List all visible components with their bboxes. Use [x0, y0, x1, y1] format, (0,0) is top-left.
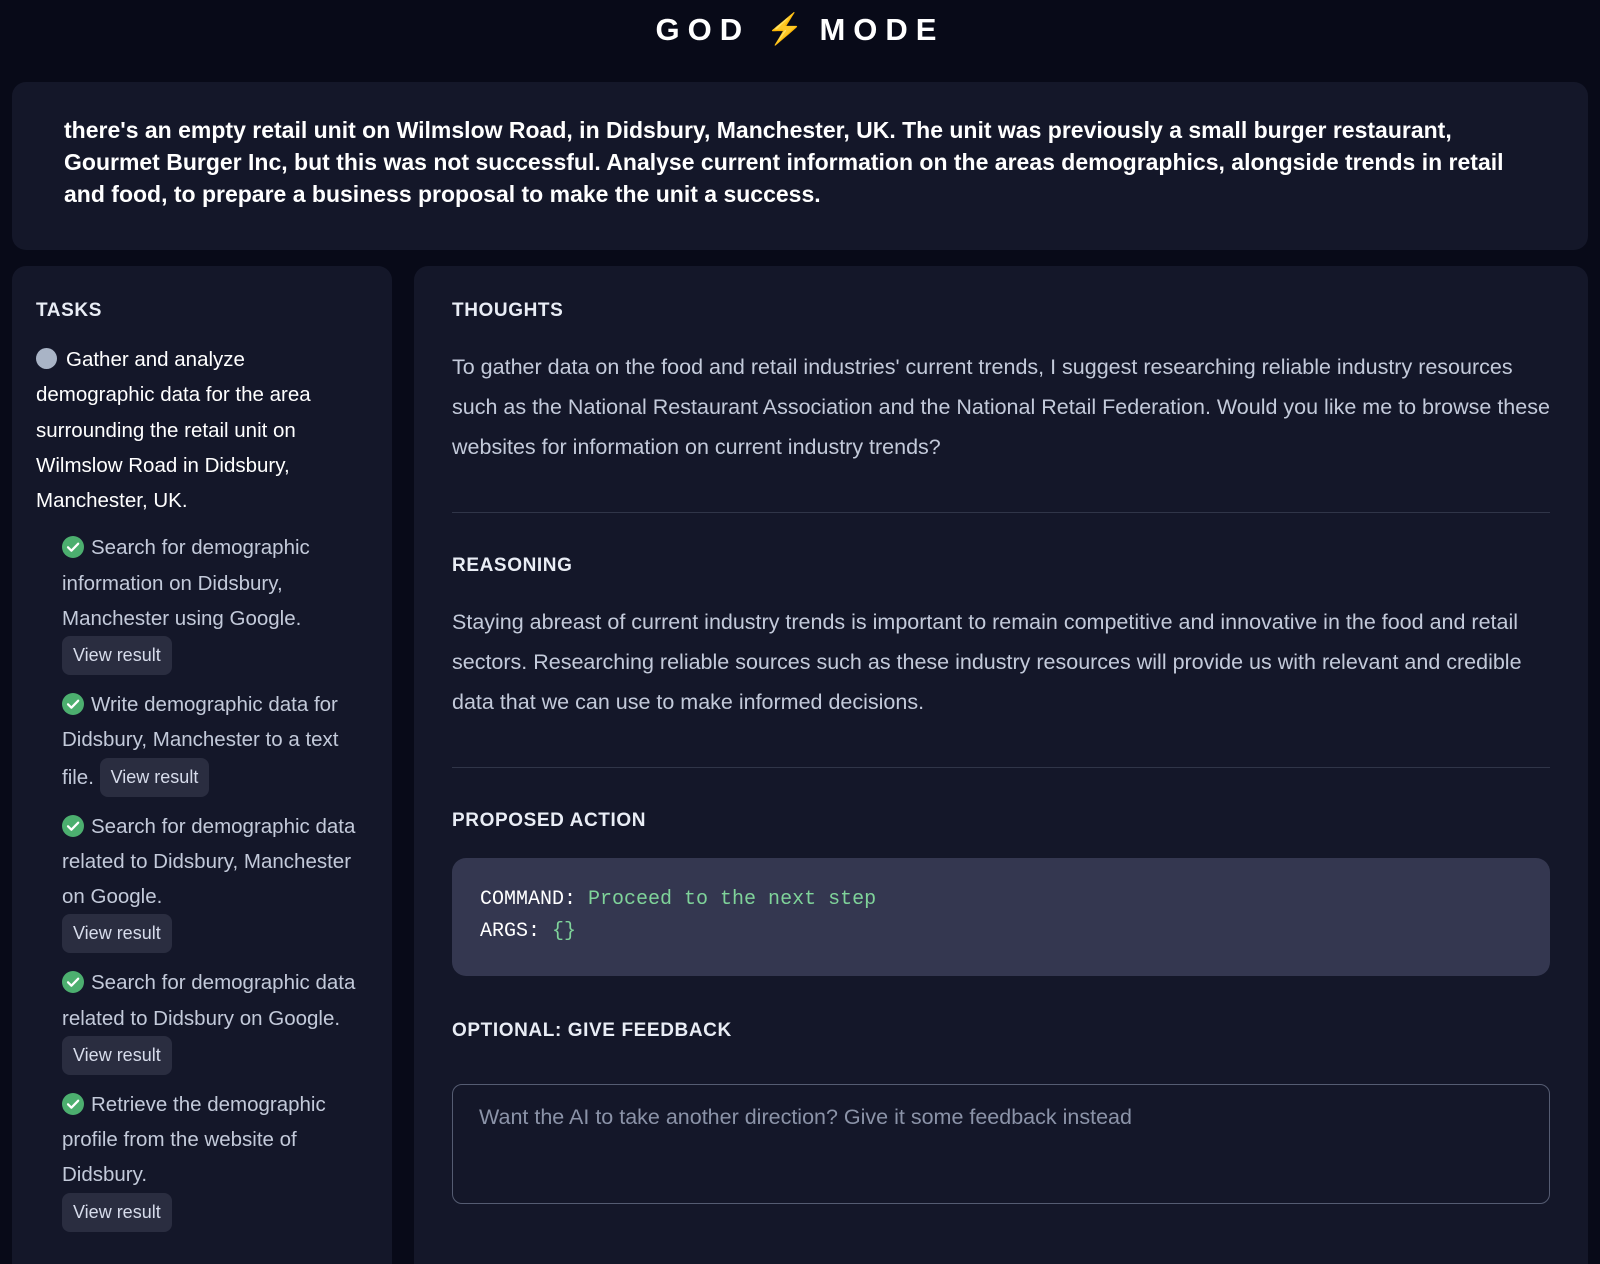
check-circle-icon: [62, 536, 84, 559]
list-item: Write demographic data for Didsbury, Man…: [62, 687, 368, 797]
tasks-heading: TASKS: [36, 300, 102, 321]
feedback-heading: OPTIONAL: GIVE FEEDBACK: [452, 1019, 732, 1041]
proposed-action-heading: PROPOSED ACTION: [452, 809, 647, 831]
prompt-panel: there's an empty retail unit on Wilmslow…: [12, 82, 1588, 250]
subtask-label: Search for demographic data related to D…: [62, 814, 356, 909]
main-panel: THOUGHTS To gather data on the food and …: [414, 266, 1588, 1264]
args-value: {}: [552, 919, 577, 943]
list-item: Search for demographic data related to D…: [62, 965, 368, 1075]
view-result-button[interactable]: View result: [62, 914, 172, 954]
main-task-label: Gather and analyze demographic data for …: [36, 348, 311, 512]
reasoning-heading: REASONING: [452, 554, 573, 576]
section-divider-2: [452, 766, 1550, 768]
check-circle-icon: [62, 1092, 84, 1115]
subtask-label: Search for demographic data related to D…: [62, 971, 356, 1030]
app-title-left: GOD: [655, 12, 751, 47]
view-result-button[interactable]: View result: [62, 636, 172, 675]
check-circle-icon: [62, 693, 84, 715]
subtask-list: Search for demographic information on Di…: [36, 530, 368, 1232]
list-item: Search for demographic data related to D…: [62, 809, 368, 954]
pending-circle-icon: [36, 348, 57, 369]
main-task: Gather and analyze demographic data for …: [36, 342, 368, 518]
subtask-label: Search for demographic information on Di…: [62, 536, 310, 630]
args-key: ARGS:: [480, 919, 541, 943]
check-circle-icon: [62, 971, 84, 994]
prompt-text: there's an empty retail unit on Wilmslow…: [64, 117, 1504, 207]
view-result-button[interactable]: View result: [62, 1035, 172, 1075]
list-item: Retrieve the demographic profile from th…: [62, 1087, 368, 1232]
command-line: COMMAND: Proceed to the next step: [480, 884, 1522, 916]
content-columns: TASKS Gather and analyze demographic dat…: [12, 266, 1588, 1264]
feedback-input[interactable]: [452, 1083, 1550, 1204]
command-key: COMMAND:: [480, 887, 577, 911]
lightning-bolt-icon: ⚡: [766, 13, 804, 46]
subtask-label: Retrieve the demographic profile from th…: [62, 1092, 326, 1187]
command-value: Proceed to the next step: [588, 887, 877, 911]
args-line: ARGS: {}: [480, 916, 1522, 948]
check-circle-icon: [62, 814, 84, 837]
view-result-button[interactable]: View result: [62, 1192, 172, 1232]
app-header: GOD ⚡ MODE: [0, 0, 1600, 60]
section-divider-1: [452, 511, 1550, 513]
tasks-panel: TASKS Gather and analyze demographic dat…: [12, 266, 392, 1264]
command-block: COMMAND: Proceed to the next step ARGS: …: [452, 857, 1550, 976]
app-title-right: MODE: [819, 12, 945, 47]
thoughts-text: To gather data on the food and retail in…: [452, 355, 1550, 459]
task-group: Gather and analyze demographic data for …: [36, 342, 368, 1232]
list-item: Search for demographic information on Di…: [62, 530, 368, 675]
app-title: GOD ⚡ MODE: [656, 12, 945, 48]
reasoning-text: Staying abreast of current industry tren…: [452, 609, 1522, 714]
view-result-button[interactable]: View result: [99, 757, 210, 797]
thoughts-heading: THOUGHTS: [452, 300, 564, 321]
